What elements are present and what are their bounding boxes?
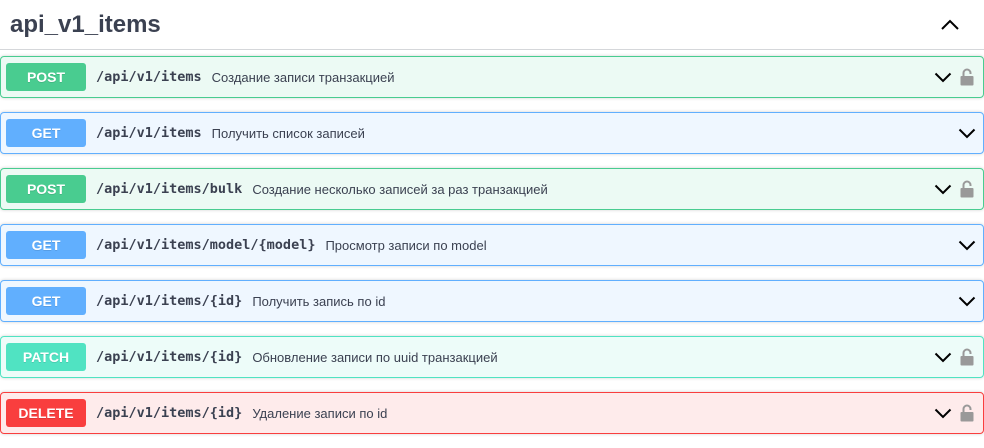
operation-path: /api/v1/items: [96, 69, 202, 85]
operation-post-items-bulk[interactable]: POST /api/v1/items/bulk Создание несколь…: [0, 168, 984, 210]
operation-path: /api/v1/items/{id}: [96, 349, 243, 365]
operation-path: /api/v1/items/{id}: [96, 293, 243, 309]
tag-title: api_v1_items: [10, 10, 161, 38]
operation-summary: Удаление записи по id: [252, 405, 388, 421]
operation-patch-items-id[interactable]: PATCH /api/v1/items/{id} Обновление запи…: [0, 336, 984, 378]
operation-get-items[interactable]: GET /api/v1/items Получить список записе…: [0, 112, 984, 154]
chevron-down-icon[interactable]: [933, 403, 953, 423]
operation-get-items-id[interactable]: GET /api/v1/items/{id} Получить запись п…: [0, 280, 984, 322]
lock-icon[interactable]: [959, 67, 975, 87]
operation-path: /api/v1/items: [96, 125, 202, 141]
operation-post-items[interactable]: POST /api/v1/items Создание записи транз…: [0, 56, 984, 98]
operation-summary: Создание записи транзакцией: [211, 69, 395, 85]
chevron-down-icon[interactable]: [957, 123, 977, 143]
chevron-down-icon[interactable]: [933, 67, 953, 87]
method-badge: GET: [6, 119, 86, 147]
operation-delete-items-id[interactable]: DELETE /api/v1/items/{id} Удаление запис…: [0, 392, 984, 434]
operation-get-items-model[interactable]: GET /api/v1/items/model/{model} Просмотр…: [0, 224, 984, 266]
chevron-up-icon[interactable]: [938, 13, 962, 37]
method-badge: DELETE: [6, 399, 86, 427]
chevron-down-icon[interactable]: [933, 179, 953, 199]
operation-summary: Создание несколько записей за раз транза…: [252, 181, 548, 197]
operation-path: /api/v1/items/{id}: [96, 405, 243, 421]
method-badge: POST: [6, 175, 86, 203]
operation-path: /api/v1/items/model/{model}: [96, 237, 316, 253]
lock-icon[interactable]: [959, 403, 975, 423]
lock-icon[interactable]: [959, 179, 975, 199]
method-badge: GET: [6, 231, 86, 259]
chevron-down-icon[interactable]: [957, 291, 977, 311]
tag-header-api-v1-items[interactable]: api_v1_items: [0, 0, 984, 50]
chevron-down-icon[interactable]: [933, 347, 953, 367]
operation-summary: Получить список записей: [211, 125, 365, 141]
operation-summary: Просмотр записи по model: [325, 237, 487, 253]
chevron-down-icon[interactable]: [957, 235, 977, 255]
method-badge: GET: [6, 287, 86, 315]
method-badge: POST: [6, 63, 86, 91]
operation-summary: Обновление записи по uuid транзакцией: [252, 349, 498, 365]
method-badge: PATCH: [6, 343, 86, 371]
operation-summary: Получить запись по id: [252, 293, 386, 309]
lock-icon[interactable]: [959, 347, 975, 367]
operation-path: /api/v1/items/bulk: [96, 181, 243, 197]
